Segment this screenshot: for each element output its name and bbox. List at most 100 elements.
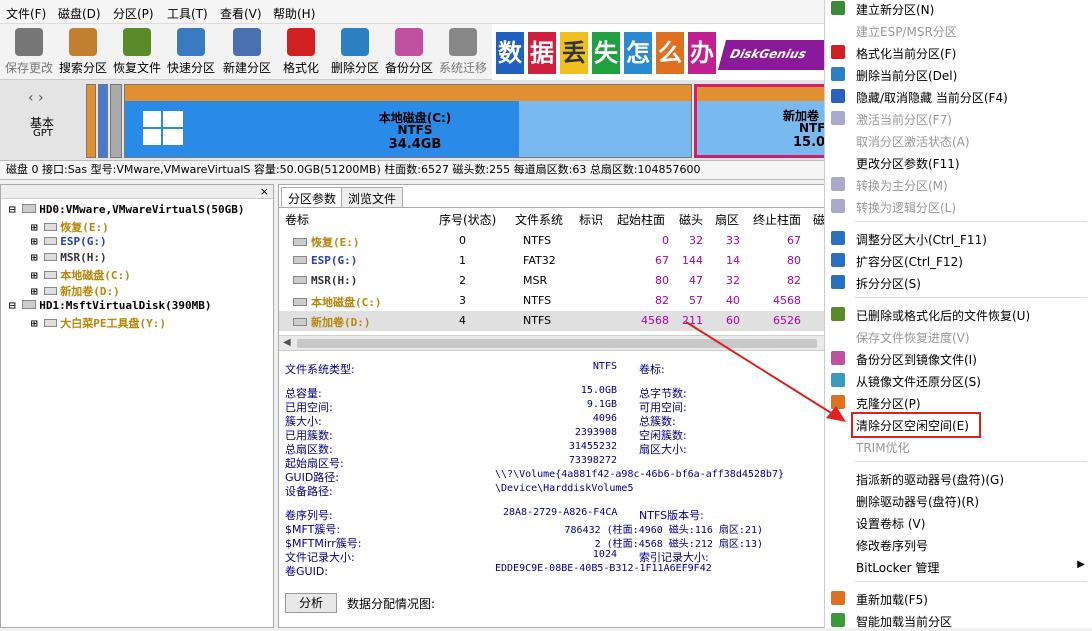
partition-block-recovery[interactable] — [86, 84, 96, 158]
menu-item[interactable]: 取消分区激活状态(A) — [825, 129, 1092, 151]
partition-icon — [293, 238, 307, 246]
data-map-label: 数据分配情况图: — [347, 597, 436, 611]
expand-icon[interactable]: ⊞ — [31, 235, 44, 248]
toolbar-button[interactable]: 格式化 — [274, 26, 328, 78]
expand-icon[interactable]: ⊟ — [9, 299, 22, 312]
tab-browse-files[interactable]: 浏览文件 — [341, 187, 404, 207]
menu-disk[interactable]: 磁盘(D) — [58, 5, 101, 22]
expand-icon[interactable]: ⊞ — [31, 251, 44, 264]
menu-item[interactable]: 保存文件恢复进度(V) — [825, 325, 1092, 347]
tree-node-disk1[interactable]: ⊟ HD1:MsftVirtualDisk(390MB) — [9, 299, 211, 312]
banner-char: 怎 — [624, 32, 652, 74]
menu-item[interactable]: 删除当前分区(Del) — [825, 63, 1092, 85]
expand-icon[interactable]: ⊞ — [31, 285, 44, 298]
close-icon[interactable]: × — [260, 185, 269, 198]
table-row[interactable]: ESP(G:) 1 FAT32 67 144 14 80 — [279, 251, 831, 271]
tab-partition-params[interactable]: 分区参数 — [281, 187, 344, 207]
menu-file[interactable]: 文件(F) — [6, 5, 46, 22]
disk-style: GPT — [33, 128, 53, 139]
menu-item[interactable]: 修改卷序列号 — [825, 533, 1092, 555]
expand-icon[interactable]: ⊞ — [31, 317, 44, 330]
tree-node-partition[interactable]: ⊞ MSR(H:) — [31, 251, 107, 264]
expand-icon[interactable]: ⊞ — [31, 269, 44, 282]
detail-value: 4096 — [592, 413, 617, 424]
menu-item[interactable]: 隐藏/取消隐藏 当前分区(F4) — [825, 85, 1092, 107]
format-icon — [287, 28, 315, 56]
partition-block-msr[interactable] — [110, 84, 122, 158]
device-path-label: 设备路径: — [285, 485, 333, 498]
column-header[interactable]: 文件系统 — [515, 211, 563, 228]
menu-tools[interactable]: 工具(T) — [167, 5, 208, 22]
row-label: 本地磁盘(C:) — [293, 294, 382, 310]
partition-block-c[interactable]: 本地磁盘(C:) NTFS 34.4GB — [124, 84, 692, 158]
toolbar-button[interactable]: 快速分区 — [164, 26, 218, 78]
table-row[interactable]: 恢复(E:) 0 NTFS 0 32 33 67 — [279, 231, 831, 251]
disk-icon — [22, 300, 37, 309]
tree-node-partition[interactable]: ⊞ 新加卷(D:) — [31, 283, 120, 299]
menu-item[interactable]: 激活当前分区(F7) — [825, 107, 1092, 129]
disk-nav-arrows-icon[interactable]: ‹ › — [28, 90, 44, 106]
column-header[interactable]: 起始柱面 — [617, 211, 665, 228]
scroll-left-icon[interactable]: ◀ — [283, 337, 291, 348]
tree-node-disk0[interactable]: ⊟ HD0:VMware,VMwareVirtualS(50GB) — [9, 203, 245, 216]
column-header[interactable]: 序号(状态) — [439, 211, 496, 228]
tree-node-partition[interactable]: ⊞ 本地磁盘(C:) — [31, 267, 131, 283]
menu-item[interactable]: 指派新的驱动器号(盘符)(G) — [825, 467, 1092, 489]
column-header[interactable]: 卷标 — [285, 211, 309, 228]
toolbar-button[interactable]: 备份分区 — [382, 26, 436, 78]
toolbar-button[interactable]: 系统迁移 — [436, 26, 490, 78]
table-row[interactable]: MSR(H:) 2 MSR 80 47 32 82 — [279, 271, 831, 291]
menu-help[interactable]: 帮助(H) — [273, 5, 315, 22]
menu-separator — [855, 461, 1087, 462]
toolbar-button[interactable]: 新建分区 — [220, 26, 274, 78]
menu-item[interactable]: BitLocker 管理 ▶ — [825, 555, 1092, 577]
menu-item[interactable]: 调整分区大小(Ctrl_F11) — [825, 227, 1092, 249]
menu-item[interactable]: 重新加载(F5) — [825, 587, 1092, 609]
menu-item[interactable]: 拆分分区(S) — [825, 271, 1092, 293]
menu-item[interactable]: 格式化当前分区(F) — [825, 41, 1092, 63]
disk-layout-bar: ‹ › 基本 GPT 本地磁盘(C:) NTFS 34.4GB 新加卷 NTF … — [0, 80, 830, 160]
partition-icon — [293, 276, 307, 284]
toolbar-button[interactable]: 恢复文件 — [110, 26, 164, 78]
menu-item[interactable]: 克隆分区(P) — [825, 391, 1092, 413]
tree-node-partition[interactable]: ⊞ ESP(G:) — [31, 235, 107, 248]
column-header[interactable]: 扇区 — [715, 211, 739, 228]
menu-item[interactable]: 已删除或格式化后的文件恢复(U) — [825, 303, 1092, 325]
partition-icon — [293, 318, 307, 326]
menu-item[interactable]: 清除分区空闲空间(E) — [825, 412, 1092, 438]
menu-item[interactable]: 备份分区到镜像文件(I) — [825, 347, 1092, 369]
menu-item[interactable]: 建立ESP/MSR分区 — [825, 19, 1092, 41]
toolbar-button[interactable]: 保存更改 — [2, 26, 56, 78]
menu-item[interactable]: 从镜像文件还原分区(S) — [825, 369, 1092, 391]
partition-block-esp[interactable] — [98, 84, 108, 158]
advert-banner[interactable]: 数 据 丢 失 怎 么 办 DiskGenius — [492, 24, 830, 80]
column-header[interactable]: 磁头 — [679, 211, 703, 228]
menu-item[interactable]: 扩容分区(Ctrl_F12) — [825, 249, 1092, 271]
menu-item[interactable]: TRIM优化 — [825, 435, 1092, 457]
tree-node-partition[interactable]: ⊞ 恢复(E:) — [31, 219, 109, 235]
toolbar-button[interactable]: 搜索分区 — [56, 26, 110, 78]
menu-partition[interactable]: 分区(P) — [113, 5, 154, 22]
column-header[interactable]: 标识 — [579, 211, 603, 228]
expand-icon[interactable]: ⊟ — [9, 203, 22, 216]
menu-item[interactable]: 建立新分区(N) — [825, 0, 1092, 19]
partition-icon — [44, 253, 58, 261]
partition-block-d[interactable]: 新加卷 NTF 15.0 — [694, 84, 830, 158]
menu-item[interactable]: 转换为逻辑分区(L) — [825, 195, 1092, 217]
menu-item[interactable]: 更改分区参数(F11) — [825, 151, 1092, 173]
disk-info-line: 磁盘 0 接口:Sas 型号:VMware,VMwareVirtualS 容量:… — [0, 160, 830, 180]
table-row[interactable]: 本地磁盘(C:) 3 NTFS 82 57 40 4568 — [279, 291, 831, 311]
menu-view[interactable]: 查看(V) — [220, 5, 262, 22]
menu-item[interactable]: 删除驱动器号(盘符)(R) — [825, 489, 1092, 511]
menu-item[interactable]: 设置卷标 (V) — [825, 511, 1092, 533]
menu-item[interactable]: 转换为主分区(M) — [825, 173, 1092, 195]
analyze-button[interactable]: 分析 — [285, 593, 337, 613]
tree-node-partition[interactable]: ⊞ 大白菜PE工具盘(Y:) — [31, 315, 166, 331]
frs-value: 1024 — [592, 549, 617, 560]
toolbar-button[interactable]: 删除分区 — [328, 26, 382, 78]
windows-logo-icon — [143, 111, 183, 147]
menu-separator — [855, 297, 1087, 298]
expand-icon[interactable]: ⊞ — [31, 221, 44, 234]
column-header[interactable]: 终止柱面 — [753, 211, 801, 228]
detail-value: 31455232 — [568, 441, 617, 452]
